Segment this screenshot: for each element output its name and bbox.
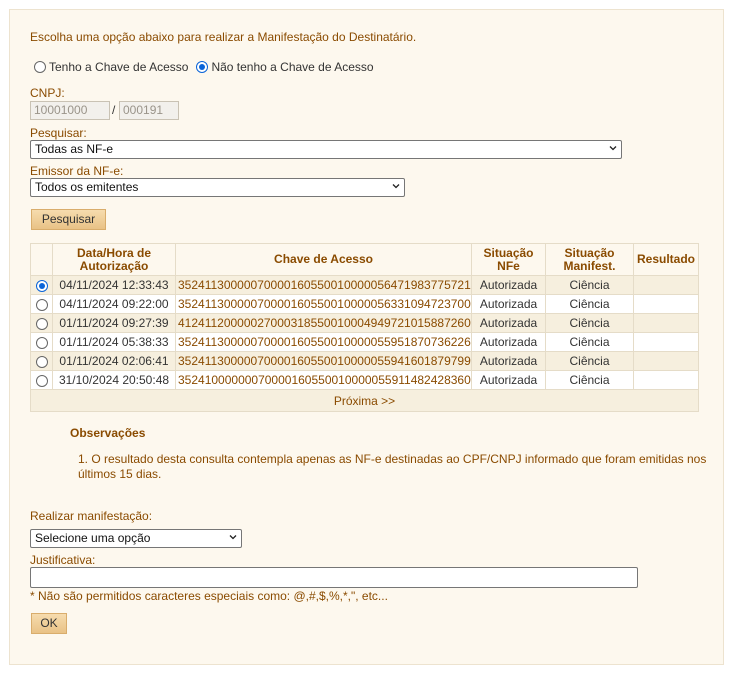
intro-text: Escolha uma opção abaixo para realizar a… xyxy=(30,30,417,44)
row-datetime: 01/11/2024 02:06:41 xyxy=(52,351,176,371)
nfe-table: Data/Hora de Autorização Chave de Acesso… xyxy=(30,243,699,412)
row-radio[interactable] xyxy=(35,336,48,349)
justificativa-input[interactable] xyxy=(30,567,638,588)
row-datetime: 04/11/2024 09:22:00 xyxy=(52,294,176,314)
justificativa-label: Justificativa: xyxy=(30,553,96,567)
row-result xyxy=(633,351,699,371)
chevron-down-icon xyxy=(229,535,237,540)
table-row[interactable]: 31/10/2024 20:50:48 352410000000700001605… xyxy=(30,370,699,390)
row-radio[interactable] xyxy=(35,298,48,311)
emissor-select-value: Todos os emitentes xyxy=(35,180,139,194)
cnpj-base-field: 10001000 xyxy=(30,101,110,120)
radio-tenho-chave[interactable] xyxy=(34,61,46,73)
row-key: 3524113000007000016055001000005595187073… xyxy=(175,332,472,352)
pesquisar-button[interactable]: Pesquisar xyxy=(31,209,106,230)
row-datetime: 01/11/2024 05:38:33 xyxy=(52,332,176,352)
pesquisar-label: Pesquisar: xyxy=(30,126,87,140)
row-manifest: Ciência xyxy=(545,275,634,295)
row-key: 3524113000007000016055001000005647198377… xyxy=(175,275,472,295)
header-manifest: Situação Manifest. xyxy=(545,243,634,276)
row-key: 3524113000007000016055001000005633109472… xyxy=(175,294,472,314)
row-radio[interactable] xyxy=(35,317,48,330)
cnpj-separator: / xyxy=(112,103,116,117)
manifestacao-label: Realizar manifestação: xyxy=(30,509,153,523)
table-header-row: Data/Hora de Autorização Chave de Acesso… xyxy=(30,243,699,276)
emissor-label: Emissor da NF-e: xyxy=(30,164,124,178)
row-result xyxy=(633,313,699,333)
row-select-radio[interactable] xyxy=(30,370,53,390)
row-manifest: Ciência xyxy=(545,351,634,371)
row-status: Autorizada xyxy=(471,332,546,352)
row-status: Autorizada xyxy=(471,294,546,314)
manifestacao-select-value: Selecione uma opção xyxy=(35,531,151,545)
row-result xyxy=(633,370,699,390)
pesquisar-select-value: Todas as NF-e xyxy=(35,142,114,156)
row-radio[interactable] xyxy=(35,355,48,368)
chevron-down-icon xyxy=(392,184,400,189)
row-radio[interactable] xyxy=(35,279,48,292)
row-select-radio[interactable] xyxy=(30,351,53,371)
emissor-select[interactable]: Todos os emitentes xyxy=(30,178,405,197)
observacoes-item: 1. O resultado desta consulta contempla … xyxy=(78,452,707,481)
row-result xyxy=(633,294,699,314)
table-row[interactable]: 01/11/2024 05:38:33 352411300000700001605… xyxy=(30,332,699,352)
row-manifest: Ciência xyxy=(545,370,634,390)
table-row[interactable]: 01/11/2024 02:06:41 352411300000700001605… xyxy=(30,351,699,371)
row-manifest: Ciência xyxy=(545,313,634,333)
next-page-link[interactable]: Próxima >> xyxy=(334,394,395,408)
manifest-panel: Escolha uma opção abaixo para realizar a… xyxy=(9,9,724,665)
row-status: Autorizada xyxy=(471,351,546,371)
radio-tenho-chave-label[interactable]: Tenho a Chave de Acesso xyxy=(49,60,188,74)
radio-nao-tenho-chave[interactable] xyxy=(196,61,209,73)
pesquisar-select[interactable]: Todas as NF-e xyxy=(30,140,622,159)
table-row[interactable]: 01/11/2024 09:27:39 412411200000270003185… xyxy=(30,313,699,333)
row-key: 3524100000007000016055001000005591148242… xyxy=(175,370,472,390)
header-datetime: Data/Hora de Autorização xyxy=(52,243,176,276)
row-select-radio[interactable] xyxy=(30,275,53,295)
row-status: Autorizada xyxy=(471,313,546,333)
cnpj-label: CNPJ: xyxy=(30,86,65,100)
pagination-cell: Próxima >> xyxy=(30,389,699,412)
row-status: Autorizada xyxy=(471,370,546,390)
observacoes-title: Observações xyxy=(70,426,146,440)
manifestacao-select[interactable]: Selecione uma opção xyxy=(30,529,242,548)
header-status: Situação NFe xyxy=(471,243,546,276)
row-manifest: Ciência xyxy=(545,332,634,352)
row-manifest: Ciência xyxy=(545,294,634,314)
header-key: Chave de Acesso xyxy=(175,243,472,276)
ok-button[interactable]: OK xyxy=(31,613,67,634)
mode-radio-group: Tenho a Chave de Acesso Não tenho a Chav… xyxy=(34,60,374,74)
row-select-radio[interactable] xyxy=(30,313,53,333)
row-key: 3524113000007000016055001000005594160187… xyxy=(175,351,472,371)
row-datetime: 01/11/2024 09:27:39 xyxy=(52,313,176,333)
row-key: 4124112000002700031855001000494972101588… xyxy=(175,313,472,333)
chevron-down-icon xyxy=(609,146,617,151)
row-select-radio[interactable] xyxy=(30,294,53,314)
row-datetime: 31/10/2024 20:50:48 xyxy=(52,370,176,390)
row-status: Autorizada xyxy=(471,275,546,295)
header-result: Resultado xyxy=(633,243,699,276)
table-row[interactable]: 04/11/2024 12:33:43 352411300000700001605… xyxy=(30,275,699,295)
row-result xyxy=(633,275,699,295)
justificativa-note: * Não são permitidos caracteres especiai… xyxy=(30,589,388,603)
row-radio[interactable] xyxy=(35,374,48,387)
row-datetime: 04/11/2024 12:33:43 xyxy=(52,275,176,295)
table-row[interactable]: 04/11/2024 09:22:00 352411300000700001605… xyxy=(30,294,699,314)
row-result xyxy=(633,332,699,352)
row-select-radio[interactable] xyxy=(30,332,53,352)
cnpj-branch-field: 000191 xyxy=(119,101,179,120)
radio-nao-tenho-chave-label[interactable]: Não tenho a Chave de Acesso xyxy=(211,60,373,74)
header-select xyxy=(30,243,53,276)
